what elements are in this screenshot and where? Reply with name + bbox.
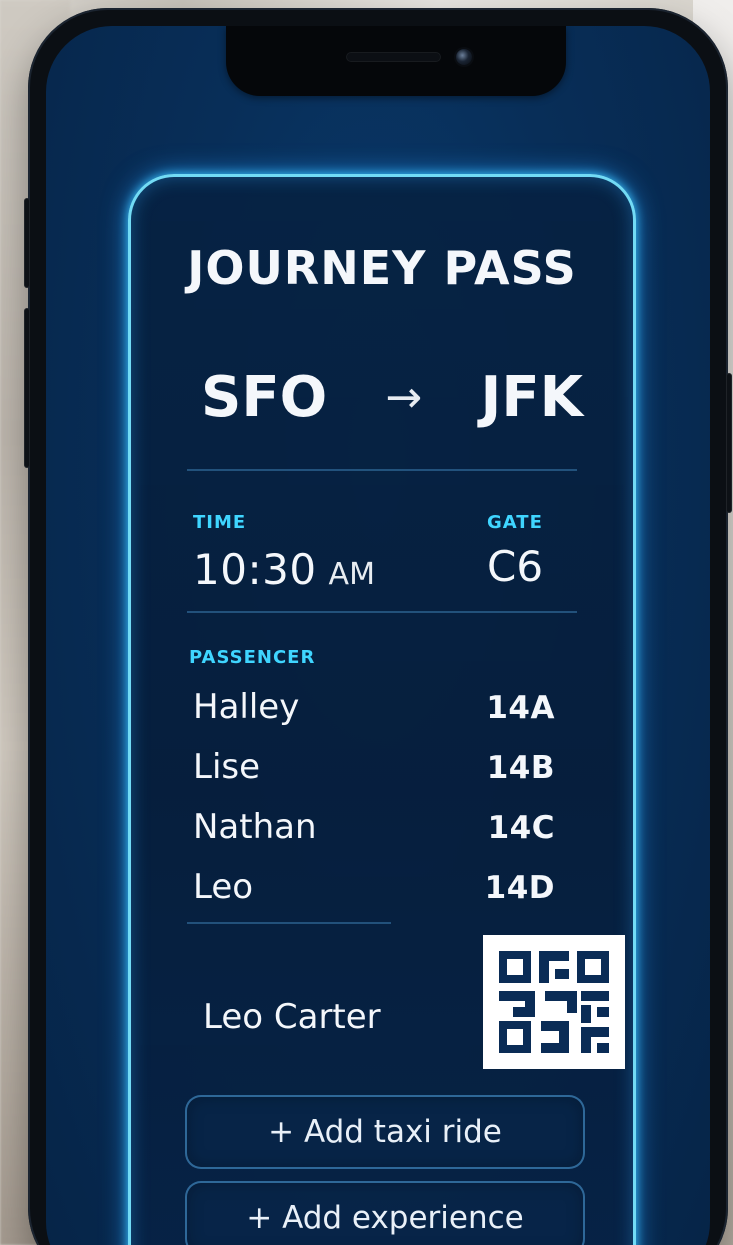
gate-value: C6 [487,542,544,591]
journey-pass-card: JOURNEY PASS SFO → JFK TIME GATE 10:30 A… [128,174,636,1245]
passenger-seat: 14B [486,750,555,786]
pass-title: JOURNEY PASS [187,241,577,295]
time-label: TIME [193,512,247,533]
time-value: 10:30 AM [193,545,375,594]
speaker-grille [346,52,441,62]
pass-holder-name: Leo Carter [203,997,381,1037]
phone-frame: JOURNEY PASS SFO → JFK TIME GATE 10:30 A… [24,8,732,1245]
passenger-name: Halley [193,687,300,727]
add-experience-button[interactable]: + Add experience [185,1181,585,1245]
phone-screen: JOURNEY PASS SFO → JFK TIME GATE 10:30 A… [46,26,710,1245]
front-camera [456,49,472,65]
side-button-right [726,373,732,513]
passenger-list: Halley 14A Lise 14B Nathan 14C Leo 14D [193,687,573,907]
passenger-seat: 14C [487,810,555,846]
passenger-name: Lise [193,747,261,787]
time-value-main: 10:30 [193,545,317,594]
passenger-name: Leo [193,867,254,907]
gate-label: GATE [487,512,543,533]
divider-time [187,611,577,613]
passenger-label: PASSENCER [189,647,316,668]
passenger-name: Nathan [193,807,317,847]
side-button-left-2 [24,308,30,468]
divider-holder [187,922,391,924]
route-arrow-icon: → [385,371,423,423]
passenger-seat: 14A [486,690,555,726]
time-value-ampm: AM [328,557,375,592]
add-taxi-ride-button[interactable]: + Add taxi ride [185,1095,585,1169]
qr-code-graphic [483,935,625,1069]
origin-airport: SFO [201,364,328,430]
notch [226,26,566,96]
side-button-left [24,198,30,288]
destination-airport: JFK [480,364,583,430]
route: SFO → JFK [201,352,583,442]
divider-route [187,469,577,471]
passenger-seat: 14D [484,870,555,906]
qr-code-icon [483,935,625,1069]
